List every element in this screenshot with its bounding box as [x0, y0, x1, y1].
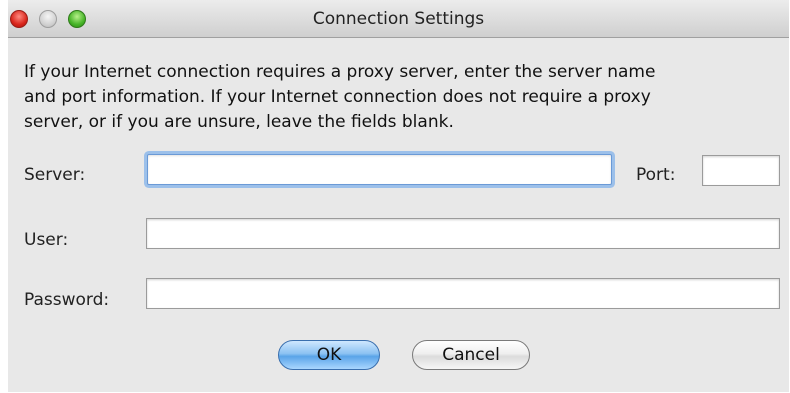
server-input[interactable] [147, 154, 612, 185]
user-input[interactable] [146, 218, 780, 249]
password-input[interactable] [146, 278, 780, 309]
port-label: Port: [636, 165, 676, 185]
cancel-button[interactable]: Cancel [412, 340, 530, 370]
ok-button[interactable]: OK [278, 340, 380, 370]
proxy-instructions-text: If your Internet connection requires a p… [24, 62, 656, 132]
port-input[interactable] [702, 155, 780, 186]
title-bar[interactable]: Connection Settings [8, 0, 789, 38]
connection-settings-dialog: Connection Settings If your Internet con… [8, 0, 789, 392]
server-label: Server: [24, 165, 86, 185]
user-label: User: [24, 230, 69, 250]
window-title: Connection Settings [312, 9, 485, 29]
password-label: Password: [24, 290, 110, 310]
